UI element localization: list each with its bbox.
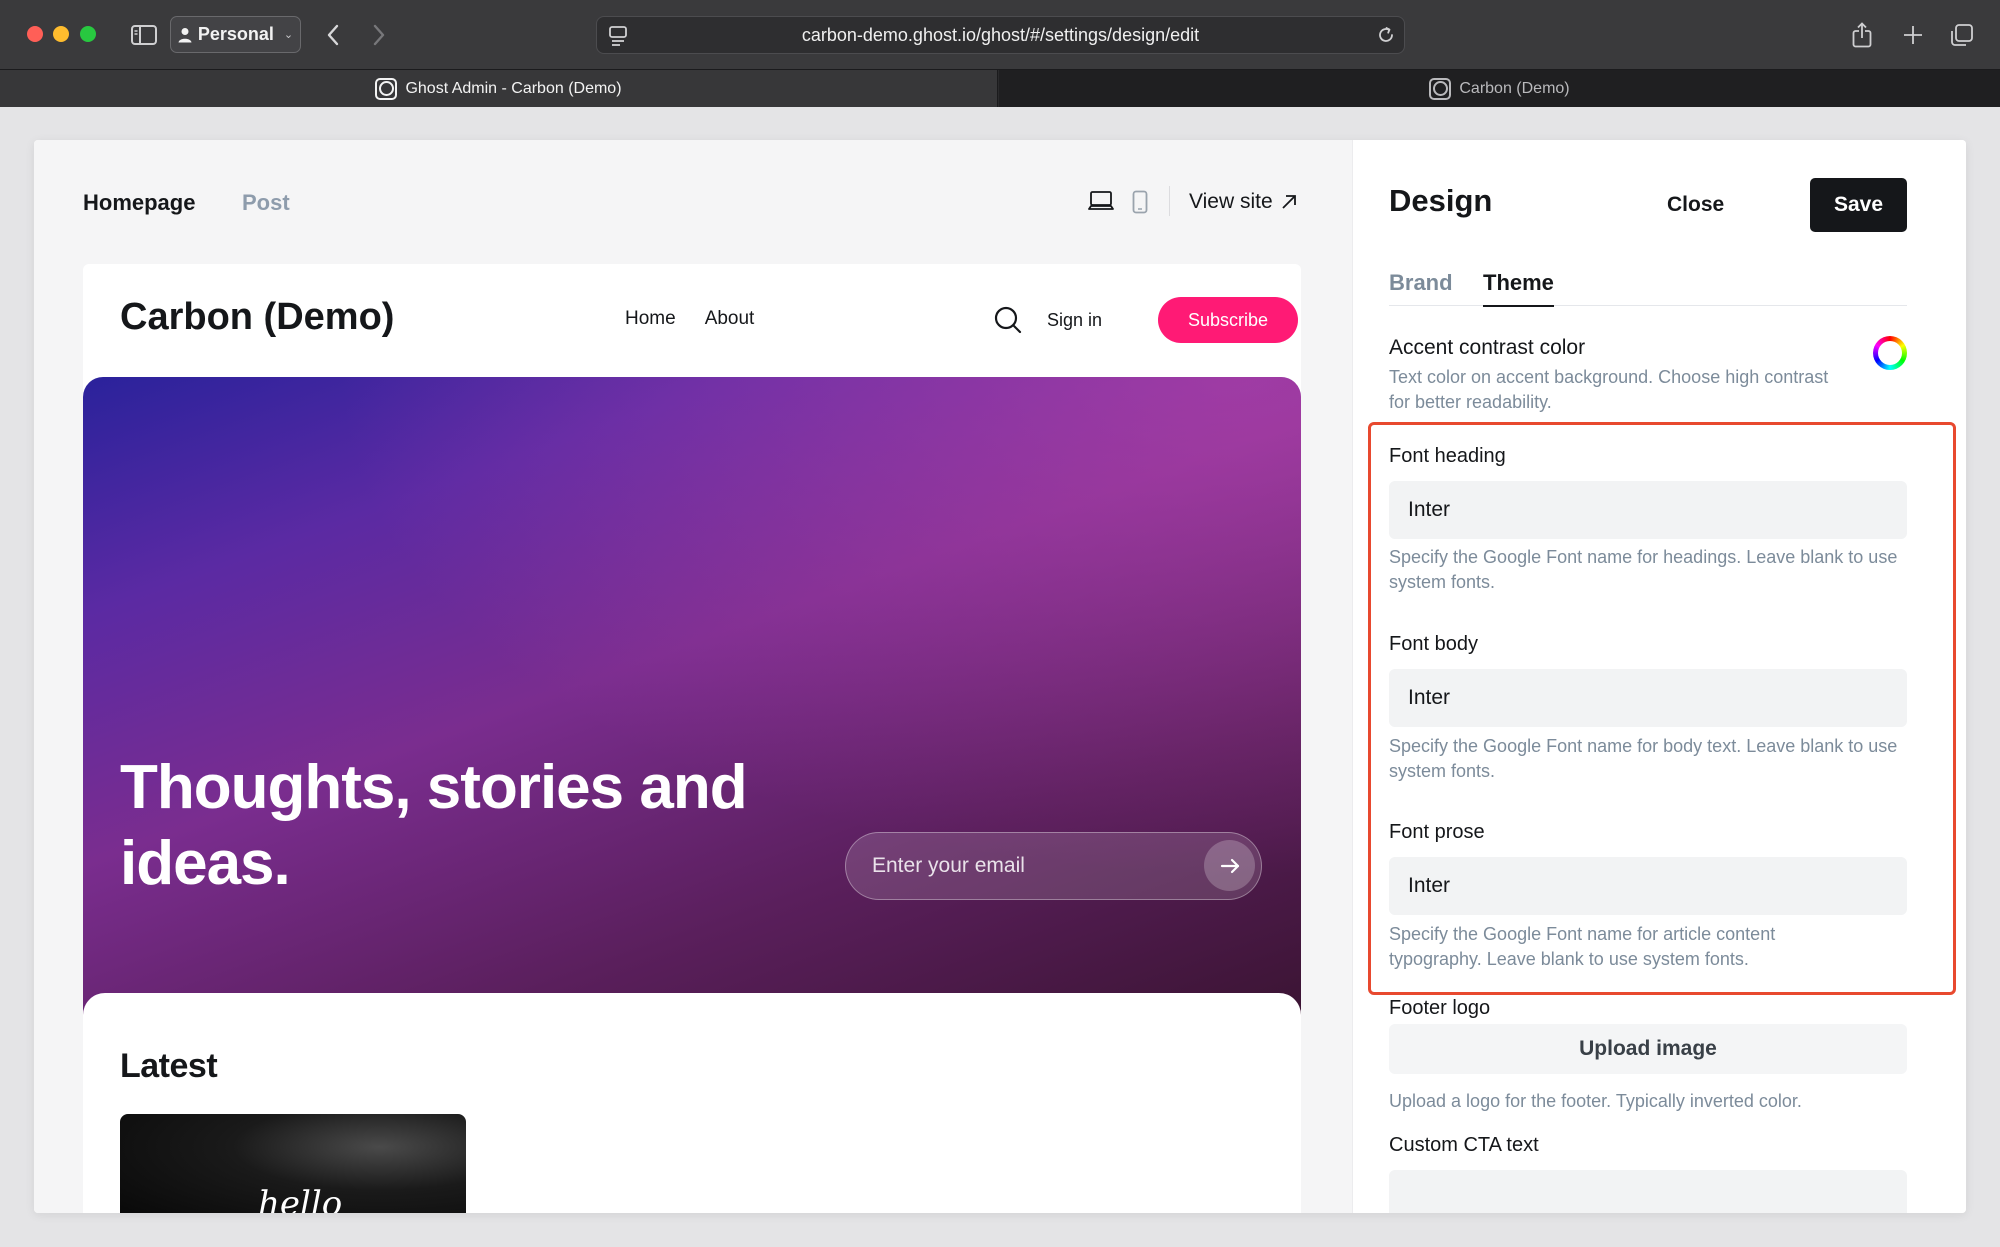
chevron-right-icon: [373, 24, 385, 45]
font-heading-hint: Specify the Google Font name for heading…: [1389, 547, 1898, 592]
preview-pane: Homepage Post View site Carbon (Demo) Ho…: [34, 140, 1352, 1213]
tab-overview-icon: [1951, 23, 1973, 46]
upload-image-button[interactable]: Upload image: [1389, 1024, 1907, 1074]
latest-section: Latest hello: [83, 993, 1301, 1213]
footer-logo-label: Footer logo: [1389, 997, 1491, 1019]
save-button[interactable]: Save: [1810, 178, 1907, 232]
external-arrow-icon: [1282, 195, 1296, 209]
plus-icon: [1904, 25, 1922, 44]
tab-homepage[interactable]: Homepage: [83, 190, 195, 216]
site-nav: Home About: [625, 308, 754, 330]
url-text: carbon-demo.ghost.io/ghost/#/settings/de…: [801, 24, 1200, 45]
email-submit-button[interactable]: [1204, 840, 1255, 891]
browser-tab-bar: Ghost Admin - Carbon (Demo) Carbon (Demo…: [0, 69, 2000, 107]
font-heading-label: Font heading: [1389, 445, 1506, 467]
close-window-button[interactable]: [27, 26, 43, 42]
settings-title: Design: [1389, 183, 1493, 218]
post-card-image[interactable]: hello: [120, 1114, 466, 1213]
nav-home-link[interactable]: Home: [625, 308, 676, 330]
share-icon: [1852, 21, 1872, 47]
custom-cta-input[interactable]: [1389, 1170, 1907, 1213]
settings-tabs: Brand Theme: [1389, 270, 1907, 307]
nav-about-link[interactable]: About: [705, 308, 755, 330]
reload-icon[interactable]: [1376, 25, 1396, 45]
ghost-favicon-icon: [375, 77, 398, 100]
font-body-input[interactable]: [1389, 669, 1907, 727]
font-prose-input[interactable]: [1389, 857, 1907, 915]
design-settings-modal: Homepage Post View site Carbon (Demo) Ho…: [34, 140, 1966, 1213]
sidebar-toggle-button[interactable]: [128, 16, 160, 53]
minimize-window-button[interactable]: [53, 26, 69, 42]
custom-cta-label: Custom CTA text: [1389, 1134, 1539, 1156]
card-script-text: hello: [258, 1184, 343, 1213]
accent-contrast-label: Accent contrast color: [1389, 336, 1586, 359]
zoom-window-button[interactable]: [80, 26, 96, 42]
forward-button[interactable]: [364, 16, 394, 53]
email-input[interactable]: [872, 833, 1192, 899]
color-picker-swatch[interactable]: [1873, 336, 1907, 370]
settings-sidebar: Design Close Save Brand Theme Accent con…: [1352, 140, 1966, 1213]
toolbar-divider: [1169, 186, 1170, 216]
search-icon[interactable]: [994, 306, 1022, 334]
address-bar[interactable]: carbon-demo.ghost.io/ghost/#/settings/de…: [596, 16, 1405, 54]
profile-label: Personal: [197, 24, 274, 44]
site-preview-frame: Carbon (Demo) Home About Sign in Subscri…: [83, 264, 1301, 1213]
font-body-label: Font body: [1389, 633, 1478, 655]
tab-ghost-admin[interactable]: Ghost Admin - Carbon (Demo): [0, 70, 998, 107]
font-prose-hint: Specify the Google Font name for article…: [1389, 924, 1776, 969]
new-tab-button[interactable]: [1896, 16, 1930, 53]
arrow-right-icon: [1220, 858, 1239, 873]
chevron-down-icon: ⌄: [283, 29, 294, 41]
profile-button[interactable]: Personal ⌄: [170, 16, 301, 53]
hero-banner: Thoughts, stories and ideas.: [83, 377, 1301, 1017]
tab-brand[interactable]: Brand: [1389, 270, 1453, 306]
browser-titlebar: Personal ⌄ carbon-demo.ghost.io/ghost/#/…: [0, 0, 2000, 69]
footer-logo-hint: Upload a logo for the footer. Typically …: [1389, 1091, 1802, 1111]
mobile-preview-icon[interactable]: [1132, 190, 1148, 214]
page-menu-icon: [609, 26, 627, 46]
site-title[interactable]: Carbon (Demo): [120, 296, 394, 339]
latest-heading: Latest: [120, 1047, 218, 1085]
tab-title: Carbon (Demo): [1459, 79, 1570, 97]
tab-carbon-demo[interactable]: Carbon (Demo): [999, 70, 2000, 107]
font-heading-input[interactable]: [1389, 481, 1907, 539]
desktop-preview-icon[interactable]: [1088, 190, 1114, 212]
tab-title: Ghost Admin - Carbon (Demo): [405, 79, 622, 97]
person-icon: [178, 27, 192, 42]
view-site-link[interactable]: View site: [1189, 190, 1297, 214]
view-site-label: View site: [1189, 190, 1273, 213]
close-button[interactable]: Close: [1651, 178, 1740, 232]
tab-theme[interactable]: Theme: [1483, 270, 1554, 307]
font-prose-label: Font prose: [1389, 821, 1485, 843]
tab-post[interactable]: Post: [242, 190, 290, 216]
ghost-favicon-icon: [1429, 77, 1452, 100]
tab-overview-button[interactable]: [1945, 16, 1979, 53]
font-body-hint: Specify the Google Font name for body te…: [1389, 736, 1898, 781]
subscribe-button[interactable]: Subscribe: [1158, 297, 1298, 343]
share-button[interactable]: [1845, 16, 1879, 53]
back-button[interactable]: [318, 16, 348, 53]
email-signup-form: [845, 832, 1262, 900]
hero-title: Thoughts, stories and ideas.: [120, 753, 748, 898]
sidebar-icon: [131, 24, 157, 45]
accent-contrast-hint: Text color on accent background. Choose …: [1389, 367, 1829, 412]
sign-in-link[interactable]: Sign in: [1047, 310, 1102, 331]
site-header: Carbon (Demo) Home About Sign in Subscri…: [83, 264, 1301, 376]
chevron-left-icon: [327, 24, 339, 45]
